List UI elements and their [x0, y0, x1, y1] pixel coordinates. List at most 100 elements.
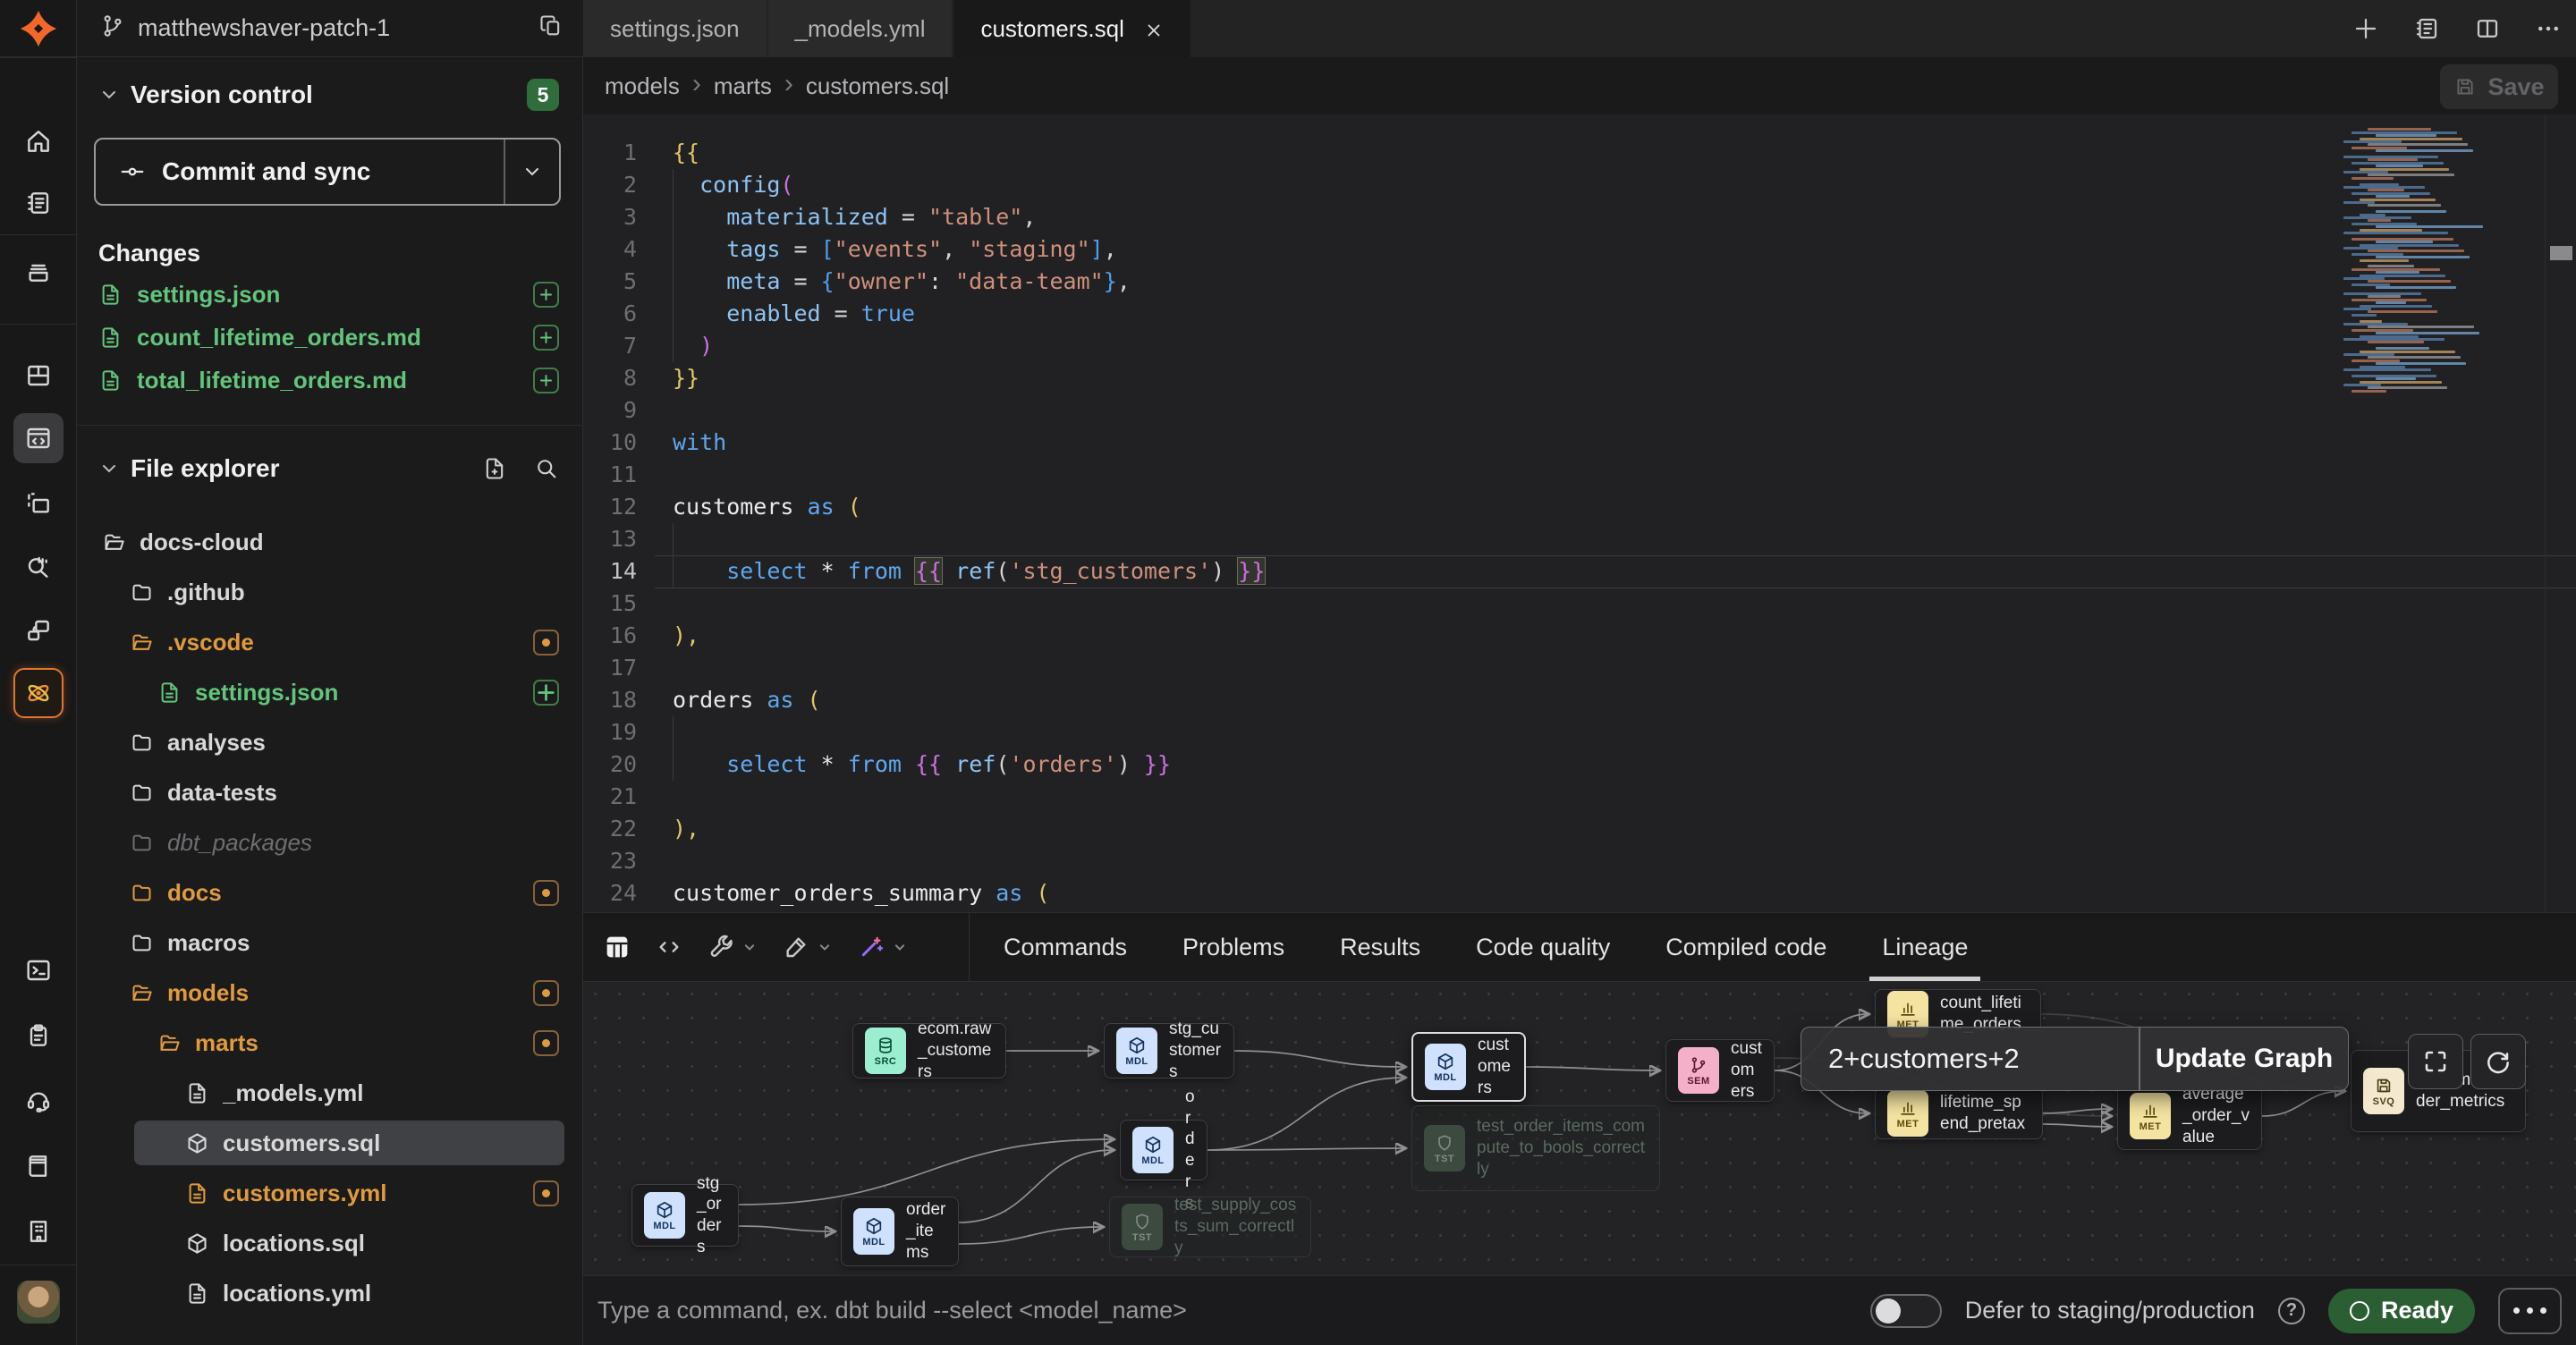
panel-tab-compiled-code[interactable]: Compiled code — [1665, 913, 1826, 981]
rail-item-organization[interactable] — [13, 1206, 64, 1256]
editor-tab-customers-sql[interactable]: customers.sql — [953, 0, 1190, 57]
version-control-header[interactable]: Version control 5 — [77, 57, 582, 120]
lineage-node-cust[interactable]: MDLcustomers — [1411, 1032, 1526, 1102]
tree-item--github[interactable]: .github — [77, 567, 582, 617]
rail-item-code-editor[interactable] — [13, 413, 64, 463]
cube-icon — [1436, 1052, 1455, 1071]
save-button[interactable]: Save — [2440, 64, 2558, 109]
file-explorer-header[interactable]: File explorer — [77, 426, 582, 494]
rail-item-search-insights[interactable] — [13, 542, 64, 592]
commit-and-sync-button[interactable]: Commit and sync — [94, 138, 561, 206]
search-icon[interactable] — [534, 456, 559, 481]
lineage-node-avg[interactable]: METaverage_order_value — [2117, 1082, 2262, 1150]
code-line: 11 — [583, 459, 2576, 491]
panel-tab-commands[interactable]: Commands — [1004, 913, 1127, 981]
line-number: 15 — [583, 588, 655, 620]
minimap[interactable] — [2343, 125, 2504, 393]
lineage-node-oitems[interactable]: MDLorder_items — [841, 1197, 959, 1266]
tree-item-customers-yml[interactable]: customers.yml — [77, 1168, 582, 1218]
rail-item-home[interactable] — [13, 116, 64, 166]
lineage-node-life[interactable]: METlifetime_spend_pretax — [1875, 1087, 2043, 1139]
user-avatar[interactable] — [17, 1281, 60, 1324]
panel-tab-code-quality[interactable]: Code quality — [1476, 913, 1610, 981]
tree-item-macros[interactable]: macros — [77, 918, 582, 968]
update-graph-button[interactable]: Update Graph — [2140, 1028, 2348, 1090]
lineage-node-tsupply[interactable]: TSTtest_supply_costs_sum_correctly — [1109, 1197, 1311, 1257]
build-wrench-button[interactable] — [707, 933, 758, 961]
tree-item-_models-yml[interactable]: _models.yml — [77, 1068, 582, 1118]
format-button[interactable] — [782, 933, 834, 961]
tree-item-models[interactable]: models — [77, 968, 582, 1018]
lineage-node-stgo[interactable]: MDLstg_orders — [631, 1184, 739, 1247]
command-input[interactable]: Type a command, ex. dbt build --select <… — [597, 1297, 1870, 1324]
tree-item-dbt_packages[interactable]: dbt_packages — [77, 817, 582, 867]
new-file-icon[interactable] — [482, 456, 507, 481]
status-label: Ready — [2381, 1297, 2453, 1324]
more-options-button[interactable] — [2498, 1288, 2562, 1334]
notebook-panel-icon[interactable] — [2411, 13, 2442, 44]
tree-item-docs-cloud[interactable]: docs-cloud — [77, 517, 582, 567]
defer-toggle[interactable] — [1870, 1294, 1942, 1328]
breadcrumb-item[interactable]: customers.sql — [806, 72, 949, 100]
rail-item-dashboard[interactable] — [13, 351, 64, 401]
lineage-node-torder[interactable]: TSTtest_order_items_compute_to_bools_cor… — [1411, 1105, 1660, 1191]
editor-tab-settings-json[interactable]: settings.json — [583, 0, 767, 57]
rail-item-docs-book[interactable] — [13, 1141, 64, 1191]
minimap-line — [2376, 377, 2416, 380]
lineage-node-sem[interactable]: SEMcustomers — [1665, 1039, 1775, 1102]
breadcrumb-item[interactable]: models — [605, 72, 680, 100]
changed-file-row[interactable]: count_lifetime_orders.md — [77, 316, 582, 359]
rail-item-archive[interactable] — [13, 246, 64, 296]
code-editor[interactable]: 1{{2 config(3 materialized = "table",4 t… — [583, 114, 2576, 912]
copy-icon[interactable] — [538, 13, 564, 43]
tree-item-marts[interactable]: marts — [77, 1018, 582, 1068]
tree-item-locations-sql[interactable]: locations.sql — [77, 1218, 582, 1268]
more-icon[interactable] — [2533, 13, 2563, 44]
panel-tab-problems[interactable]: Problems — [1182, 913, 1284, 981]
split-view-icon[interactable] — [2472, 13, 2503, 44]
rail-item-terminal[interactable] — [13, 945, 64, 995]
lineage-node-raw[interactable]: SRCecom.raw_customers — [852, 1023, 1006, 1079]
lineage-canvas[interactable]: 2+customers+2 Update Graph SRCecom.raw_c… — [583, 982, 2576, 1275]
lineage-selector-input[interactable]: 2+customers+2 — [1801, 1028, 2139, 1090]
help-icon[interactable]: ? — [2278, 1298, 2305, 1324]
changed-file-row[interactable]: settings.json — [77, 273, 582, 316]
ide-status-badge[interactable]: Ready — [2328, 1289, 2475, 1333]
lineage-node-orders[interactable]: MDLorders — [1120, 1120, 1208, 1180]
minimap-line — [2376, 301, 2406, 304]
panel-tab-lineage[interactable]: Lineage — [1882, 913, 1968, 981]
tree-item-locations-yml[interactable]: locations.yml — [77, 1268, 582, 1318]
fullscreen-button[interactable] — [2408, 1034, 2463, 1089]
tree-item-customers-sql[interactable]: customers.sql — [77, 1118, 582, 1168]
lineage-node-stgc[interactable]: MDLstg_customers — [1104, 1023, 1234, 1079]
code-button[interactable] — [655, 933, 683, 961]
rail-item-frame-select[interactable] — [13, 478, 64, 529]
branch-name[interactable]: matthewshaver-patch-1 — [138, 14, 538, 42]
new-tab-icon[interactable] — [2351, 13, 2381, 44]
rail-item-notebook[interactable] — [13, 178, 64, 228]
rail-item-copilot-atom[interactable] — [13, 668, 64, 718]
close-icon[interactable] — [1144, 19, 1164, 38]
copilot-wand-button[interactable] — [857, 933, 909, 961]
tree-item-docs[interactable]: docs — [77, 867, 582, 918]
tree-item-analyses[interactable]: analyses — [77, 717, 582, 767]
breadcrumb-item[interactable]: marts — [714, 72, 772, 100]
tree-item-settings-json[interactable]: settings.json — [77, 667, 582, 717]
code-text: enabled = true — [655, 298, 915, 330]
panel-tab-results[interactable]: Results — [1340, 913, 1420, 981]
commit-options-caret[interactable] — [505, 161, 559, 182]
code-line: 13 — [583, 523, 2576, 555]
tree-item-data-tests[interactable]: data-tests — [77, 767, 582, 817]
tree-item--vscode[interactable]: .vscode — [77, 617, 582, 667]
refresh-graph-button[interactable] — [2470, 1034, 2526, 1089]
rail-item-headset[interactable] — [13, 1075, 64, 1125]
lineage-edge — [959, 1150, 1113, 1222]
file-tree: docs-cloud.github.vscodesettings.jsonana… — [77, 517, 582, 1318]
changed-file-row[interactable]: total_lifetime_orders.md — [77, 359, 582, 402]
editor-tab-_models-yml[interactable]: _models.yml — [768, 0, 953, 57]
rail-item-clipboard[interactable] — [13, 1011, 64, 1061]
rail-item-windows[interactable] — [13, 605, 64, 656]
dbt-logo[interactable] — [0, 0, 77, 57]
preview-table-button[interactable] — [603, 933, 631, 961]
scrollbar-thumb[interactable] — [2550, 246, 2572, 260]
